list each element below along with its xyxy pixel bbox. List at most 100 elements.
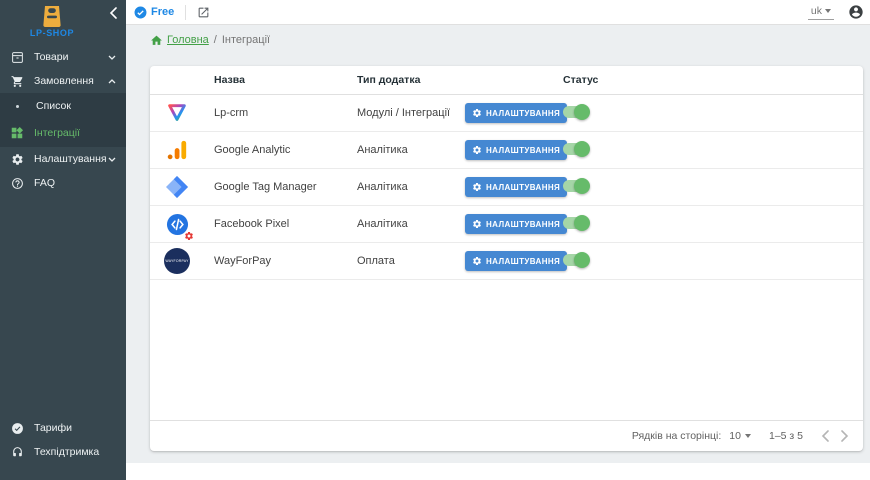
- sidebar-item-integrations[interactable]: Інтеграції: [0, 119, 126, 147]
- chevron-left-icon: [109, 7, 117, 19]
- sidebar-item-settings[interactable]: Налаштування: [0, 147, 126, 171]
- settings-button[interactable]: НАЛАШТУВАННЯ: [465, 214, 567, 234]
- sidebar-item-label: Техпідтримка: [34, 446, 99, 458]
- open-in-new-button[interactable]: [197, 6, 210, 19]
- settings-button-label: НАЛАШТУВАННЯ: [486, 183, 560, 192]
- rows-per-page-label: Рядків на сторінці:: [632, 430, 721, 442]
- table-row: Google Tag Manager Аналітика НАЛАШТУВАНН…: [150, 169, 863, 206]
- integration-type: Аналітика: [357, 144, 465, 156]
- caret-down-icon: [745, 434, 751, 438]
- status-toggle[interactable]: [563, 180, 589, 192]
- status-toggle[interactable]: [563, 143, 589, 155]
- lp-crm-logo: [161, 97, 193, 129]
- sidebar-collapse-button[interactable]: [109, 7, 117, 19]
- integration-type: Модулі / Інтеграції: [357, 107, 465, 119]
- status-toggle[interactable]: [563, 106, 589, 118]
- open-in-new-icon: [197, 6, 210, 19]
- plan-label: Free: [151, 6, 174, 18]
- bullet-dot-icon: [16, 105, 19, 108]
- chevron-right-icon: [841, 430, 849, 442]
- breadcrumb-separator: /: [214, 34, 217, 46]
- sidebar-item-label: Інтеграції: [34, 127, 80, 139]
- sidebar-item-products[interactable]: Товари: [0, 45, 126, 69]
- settings-button-label: НАЛАШТУВАННЯ: [486, 146, 560, 155]
- help-icon: [10, 177, 24, 190]
- breadcrumb: Головна / Інтеграції: [126, 25, 870, 55]
- gear-icon: [472, 182, 482, 192]
- sidebar-item-faq[interactable]: FAQ: [0, 171, 126, 195]
- prev-page-button[interactable]: [815, 426, 835, 446]
- sidebar-item-label: Замовлення: [34, 75, 94, 87]
- column-header-name: Назва: [214, 74, 357, 86]
- table-row: Facebook Pixel Аналітика НАЛАШТУВАННЯ: [150, 206, 863, 243]
- topbar: Free uk: [126, 0, 870, 25]
- chevron-down-icon: [108, 157, 116, 162]
- integration-name: Lp-crm: [214, 107, 357, 119]
- table-empty-space: [150, 280, 863, 421]
- settings-button[interactable]: НАЛАШТУВАННЯ: [465, 103, 567, 123]
- table-header: Назва Тип додатка Статус: [150, 66, 863, 95]
- integration-type: Аналітика: [357, 218, 465, 230]
- settings-button-label: НАЛАШТУВАННЯ: [486, 109, 560, 118]
- home-icon: [150, 34, 163, 47]
- sidebar-header: LP-SHOP: [0, 0, 126, 45]
- box-icon: [10, 51, 24, 64]
- main-area: Free uk Головна / Інтеграції: [126, 0, 870, 480]
- table-row: Lp-crm Модулі / Інтеграції НАЛАШТУВАННЯ: [150, 95, 863, 132]
- sidebar-item-orders[interactable]: Замовлення: [0, 69, 126, 93]
- integration-name: WayForPay: [214, 255, 357, 267]
- breadcrumb-home-link[interactable]: Головна: [150, 34, 209, 47]
- table-row: WAYFORPAY WayForPay Оплата НАЛАШТУВАННЯ: [150, 243, 863, 280]
- chevron-down-icon: [108, 55, 116, 60]
- sidebar-item-label: Список: [36, 100, 71, 112]
- topbar-divider: [185, 5, 186, 20]
- pagination: Рядків на сторінці: 10 1–5 з 5: [150, 421, 863, 451]
- gear-icon: [472, 219, 482, 229]
- account-button[interactable]: [848, 4, 864, 20]
- sidebar-item-tariffs[interactable]: Тарифи: [0, 416, 126, 440]
- sidebar-item-label: Тарифи: [34, 422, 72, 434]
- sidebar-item-label: Товари: [34, 51, 68, 63]
- sidebar-item-list[interactable]: Список: [0, 93, 126, 119]
- settings-button[interactable]: НАЛАШТУВАННЯ: [465, 251, 567, 271]
- breadcrumb-home-label: Головна: [167, 34, 209, 46]
- language-select[interactable]: uk: [808, 4, 834, 20]
- language-value: uk: [811, 5, 822, 17]
- shopping-bag-icon: [42, 5, 62, 27]
- sidebar-item-label: Налаштування: [34, 153, 107, 165]
- pagination-range: 1–5 з 5: [769, 430, 803, 442]
- rows-per-page-value: 10: [729, 430, 741, 442]
- next-page-button[interactable]: [835, 426, 855, 446]
- brand-name: LP-SHOP: [30, 28, 74, 38]
- status-toggle[interactable]: [563, 254, 589, 266]
- status-toggle[interactable]: [563, 217, 589, 229]
- rows-per-page-select[interactable]: 10: [729, 430, 751, 442]
- wayforpay-logo: WAYFORPAY: [161, 245, 193, 277]
- gear-icon: [472, 145, 482, 155]
- sidebar-item-support[interactable]: Техпідтримка: [0, 440, 126, 464]
- plan-badge[interactable]: Free: [134, 6, 174, 19]
- settings-button-label: НАЛАШТУВАННЯ: [486, 220, 560, 229]
- verified-icon: [10, 422, 24, 435]
- brand-logo: LP-SHOP: [0, 5, 104, 38]
- sidebar-bottom-menu: Тарифи Техпідтримка: [0, 416, 126, 480]
- chevron-left-icon: [821, 430, 829, 442]
- integration-type: Оплата: [357, 255, 465, 267]
- chevron-up-icon: [108, 79, 116, 84]
- gear-icon: [472, 108, 482, 118]
- integration-type: Аналітика: [357, 181, 465, 193]
- settings-button-label: НАЛАШТУВАННЯ: [486, 257, 560, 266]
- google-analytics-logo: [161, 134, 193, 166]
- settings-button[interactable]: НАЛАШТУВАННЯ: [465, 177, 567, 197]
- settings-button[interactable]: НАЛАШТУВАННЯ: [465, 140, 567, 160]
- gear-icon: [472, 256, 482, 266]
- breadcrumb-current: Інтеграції: [222, 34, 270, 46]
- column-header-status: Статус: [563, 74, 863, 86]
- integrations-card: Назва Тип додатка Статус: [150, 66, 863, 451]
- widgets-icon: [10, 126, 24, 140]
- headset-icon: [10, 446, 24, 459]
- integration-name: Google Tag Manager: [214, 181, 357, 193]
- caret-down-icon: [825, 9, 831, 13]
- gear-icon: [10, 153, 24, 166]
- content-area: Головна / Інтеграції Назва Тип додатка С…: [126, 25, 870, 463]
